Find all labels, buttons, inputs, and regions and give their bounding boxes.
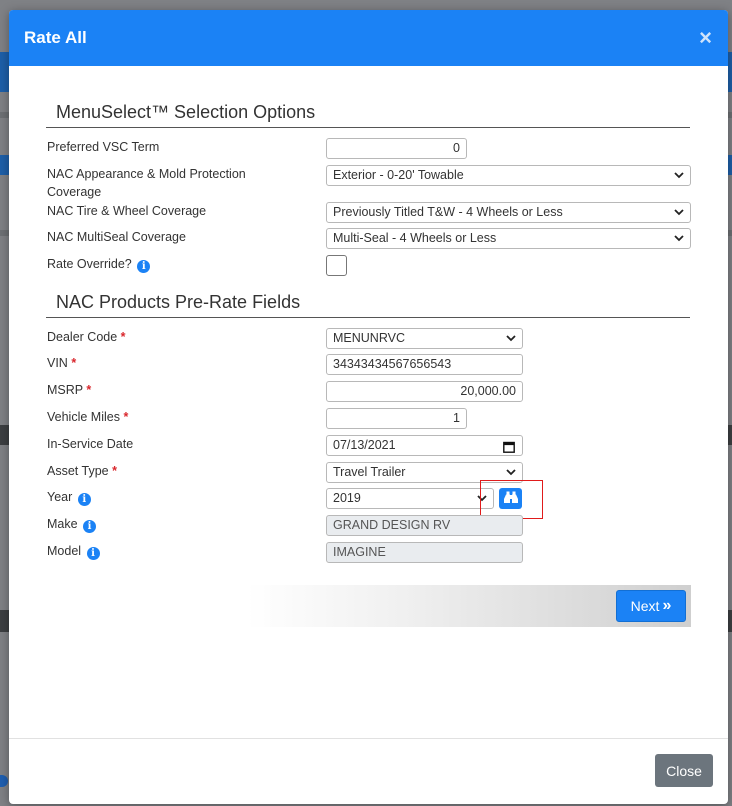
year-label: Year [47,490,73,504]
info-icon[interactable]: i [83,520,97,533]
asset-type-select-value: Travel Trailer [333,465,406,479]
model-label: Model [47,544,82,558]
year-select[interactable]: 2019 [326,488,494,509]
info-icon[interactable]: i [77,493,91,506]
rate-override-label-group: Rate Override? i [47,255,297,273]
chevron-down-icon [673,168,685,182]
appearance-select-value: Exterior - 0-20' Towable [333,168,464,182]
chevron-down-icon [505,331,517,345]
msrp-label: MSRP [47,383,83,397]
chevron-down-icon [505,465,517,479]
msrp-label-group: MSRP * [47,381,297,399]
required-marker: * [112,464,117,478]
in-service-date-label: In-Service Date [47,437,134,451]
vin-label-group: VIN * [47,354,297,372]
modal-title: Rate All [24,28,87,47]
required-marker: * [71,356,77,370]
dealer-code-label: Dealer Code [47,330,118,344]
vsc-term-label: Preferred VSC Term [47,140,160,154]
in-service-date-value: 07/13/2021 [333,438,396,452]
close-icon[interactable]: × [699,27,712,49]
vsc-term-input[interactable]: 0 [326,138,467,159]
dealer-code-select[interactable]: MENUNRVC [326,328,523,349]
vin-input[interactable]: 34343434567656543 [326,354,523,375]
rate-all-modal: Rate All × MenuSelect™ Selection Options… [9,10,728,804]
double-chevron-right-icon: » [662,597,672,614]
highlight-box [480,480,543,519]
asset-type-label-group: Asset Type * [47,462,297,480]
multiseal-label: NAC MultiSeal Coverage [47,230,186,244]
dealer-code-label-group: Dealer Code * [47,328,297,346]
chevron-down-icon [673,205,685,219]
tire-wheel-select[interactable]: Previously Titled T&W - 4 Wheels or Less [326,202,691,223]
asset-type-label: Asset Type [47,464,109,478]
info-icon[interactable]: i [86,547,100,560]
vehicle-miles-input[interactable]: 1 [326,408,467,429]
info-icon[interactable]: i [137,260,151,273]
next-button[interactable]: Next » [616,590,686,622]
model-field: IMAGINE [326,542,523,563]
make-field: GRAND DESIGN RV [326,515,523,536]
close-button[interactable]: Close [655,754,713,787]
required-marker: * [86,383,92,397]
vehicle-miles-label: Vehicle Miles [47,410,120,424]
dealer-code-select-value: MENUNRVC [333,331,405,345]
required-marker: * [123,410,129,424]
rate-override-checkbox[interactable] [326,255,347,276]
rate-override-label: Rate Override? [47,257,132,271]
background-scroll-handle [0,775,8,787]
year-select-value: 2019 [333,491,361,505]
multiseal-select-value: Multi-Seal - 4 Wheels or Less [333,231,497,245]
footer-divider [9,738,728,739]
msrp-input[interactable]: 20,000.00 [326,381,523,402]
in-service-date-input[interactable]: 07/13/2021 [326,435,523,456]
vin-label: VIN [47,356,68,370]
modal-header: Rate All × [9,10,728,66]
model-label-group: Model i [47,542,297,560]
prerate-section-title: NAC Products Pre-Rate Fields [46,292,690,318]
chevron-down-icon [673,231,685,245]
tire-wheel-label: NAC Tire & Wheel Coverage [47,204,207,218]
calendar-icon[interactable] [503,440,515,455]
next-button-label: Next [630,598,660,614]
appearance-label: NAC Appearance & Mold Protection Coverag… [47,167,246,199]
make-label: Make [47,517,78,531]
required-marker: * [120,330,126,344]
multiseal-select[interactable]: Multi-Seal - 4 Wheels or Less [326,228,691,249]
vehicle-miles-label-group: Vehicle Miles * [47,408,297,426]
year-label-group: Year i [47,488,297,506]
menuselect-section-title: MenuSelect™ Selection Options [46,102,690,128]
tire-wheel-select-value: Previously Titled T&W - 4 Wheels or Less [333,205,563,219]
appearance-select[interactable]: Exterior - 0-20' Towable [326,165,691,186]
make-label-group: Make i [47,515,297,533]
